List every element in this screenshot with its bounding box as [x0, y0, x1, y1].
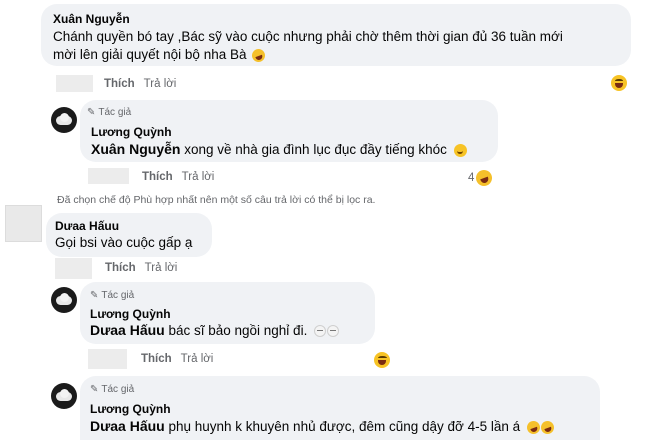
reaction-summary[interactable]: 4: [468, 167, 495, 189]
reaction-count: 4: [468, 172, 475, 184]
avatar[interactable]: [51, 383, 77, 409]
mention-link[interactable]: Xuân Nguyễn: [91, 141, 180, 157]
filter-notice: Đã chọn chế độ Phù hợp nhất nên một số c…: [57, 194, 376, 206]
laughing-emoji: [374, 351, 391, 368]
grimacing-emoji: [314, 325, 327, 338]
reply-button[interactable]: Trả lời: [181, 353, 214, 365]
avatar-placeholder[interactable]: [5, 205, 42, 242]
reply-bubble: ✎ Tác giả Lương Quỳnh Dưaa Hấuu bác sĩ b…: [80, 282, 375, 344]
like-button[interactable]: Thích: [142, 171, 173, 183]
mention-link[interactable]: Dưaa Hấuu: [90, 322, 165, 338]
reply-author[interactable]: Lương Quỳnh: [90, 307, 171, 321]
blurred-placeholder: [56, 75, 93, 92]
pencil-icon: ✎: [90, 384, 99, 395]
author-badge: ✎ Tác giả: [90, 384, 134, 395]
like-button[interactable]: Thích: [105, 262, 136, 274]
reply-text: Xuân Nguyễn xong về nhà gia đình lục đục…: [91, 140, 467, 159]
rolling-laughing-emoji: [539, 419, 556, 436]
reply-text-content: bác sĩ bảo ngồi nghỉ đi.: [164, 323, 308, 338]
reply-button[interactable]: Trả lời: [144, 78, 177, 90]
comment-text: Chánh quyền bó tay ,Bác sỹ vào cuộc nhưn…: [53, 29, 563, 44]
laughing-emoji: [611, 74, 627, 91]
like-button[interactable]: Thích: [141, 353, 172, 365]
reply-text-content: xong về nhà gia đình lục đục đầy tiếng k…: [180, 142, 447, 157]
comment-bubble: Dưaa Hấuu Gọi bsi vào cuộc gấp ạ: [46, 213, 212, 257]
rolling-laughing-emoji: [474, 167, 495, 189]
author-badge-label: Tác giả: [98, 107, 132, 118]
comment-actions: Thích Trả lời: [104, 78, 176, 90]
mention-link[interactable]: Dưaa Hấuu: [90, 418, 165, 434]
reply-text: Dưaa Hấuu bác sĩ bảo ngồi nghỉ đi.: [90, 321, 340, 340]
author-badge-label: Tác giả: [101, 384, 135, 395]
pencil-icon: ✎: [87, 107, 96, 118]
comment-author[interactable]: Xuân Nguyễn: [53, 12, 130, 26]
pencil-icon: ✎: [90, 290, 99, 301]
comment-author[interactable]: Dưaa Hấuu: [55, 219, 119, 233]
comment-text-line2: mời lên giải quyết nội bộ nha Bà: [53, 46, 268, 64]
reply-author[interactable]: Lương Quỳnh: [91, 125, 172, 139]
comment-text: Gọi bsi vào cuộc gấp ạ: [55, 235, 193, 250]
blurred-placeholder: [88, 168, 129, 184]
like-button[interactable]: Thích: [104, 78, 135, 90]
reply-bubble: ✎ Tác giả Lương Quỳnh Xuân Nguyễn xong v…: [80, 100, 498, 162]
reply-actions: Thích Trả lời: [141, 353, 213, 365]
reply-text: Dưaa Hấuu phụ huynh k khuyên nhủ được, đ…: [90, 417, 556, 436]
author-badge-label: Tác giả: [101, 290, 135, 301]
author-badge: ✎ Tác giả: [87, 107, 131, 118]
blurred-placeholder: [55, 258, 92, 279]
reply-text-content: phụ huynh k khuyên nhủ được, đêm cũng dậ…: [164, 419, 521, 434]
reply-bubble: ✎ Tác giả Lương Quỳnh Dưaa Hấuu phụ huyn…: [80, 376, 600, 440]
reply-button[interactable]: Trả lời: [145, 262, 178, 274]
rolling-laughing-emoji: [250, 47, 268, 64]
avatar[interactable]: [51, 107, 77, 133]
reply-actions: Thích Trả lời: [142, 171, 214, 183]
blurred-placeholder: [88, 349, 127, 369]
rolling-laughing-emoji: [525, 419, 542, 436]
reply-button[interactable]: Trả lời: [182, 171, 215, 183]
comment-bubble: Xuân Nguyễn Chánh quyền bó tay ,Bác sỹ v…: [41, 4, 631, 66]
avatar[interactable]: [51, 287, 77, 313]
smiling-emoji: [453, 143, 467, 157]
author-badge: ✎ Tác giả: [90, 290, 134, 301]
grimacing-emoji: [327, 325, 340, 338]
reply-author[interactable]: Lương Quỳnh: [90, 402, 171, 416]
comment-actions: Thích Trả lời: [105, 262, 177, 274]
comment-text-line2-content: mời lên giải quyết nội bộ nha Bà: [53, 47, 247, 62]
